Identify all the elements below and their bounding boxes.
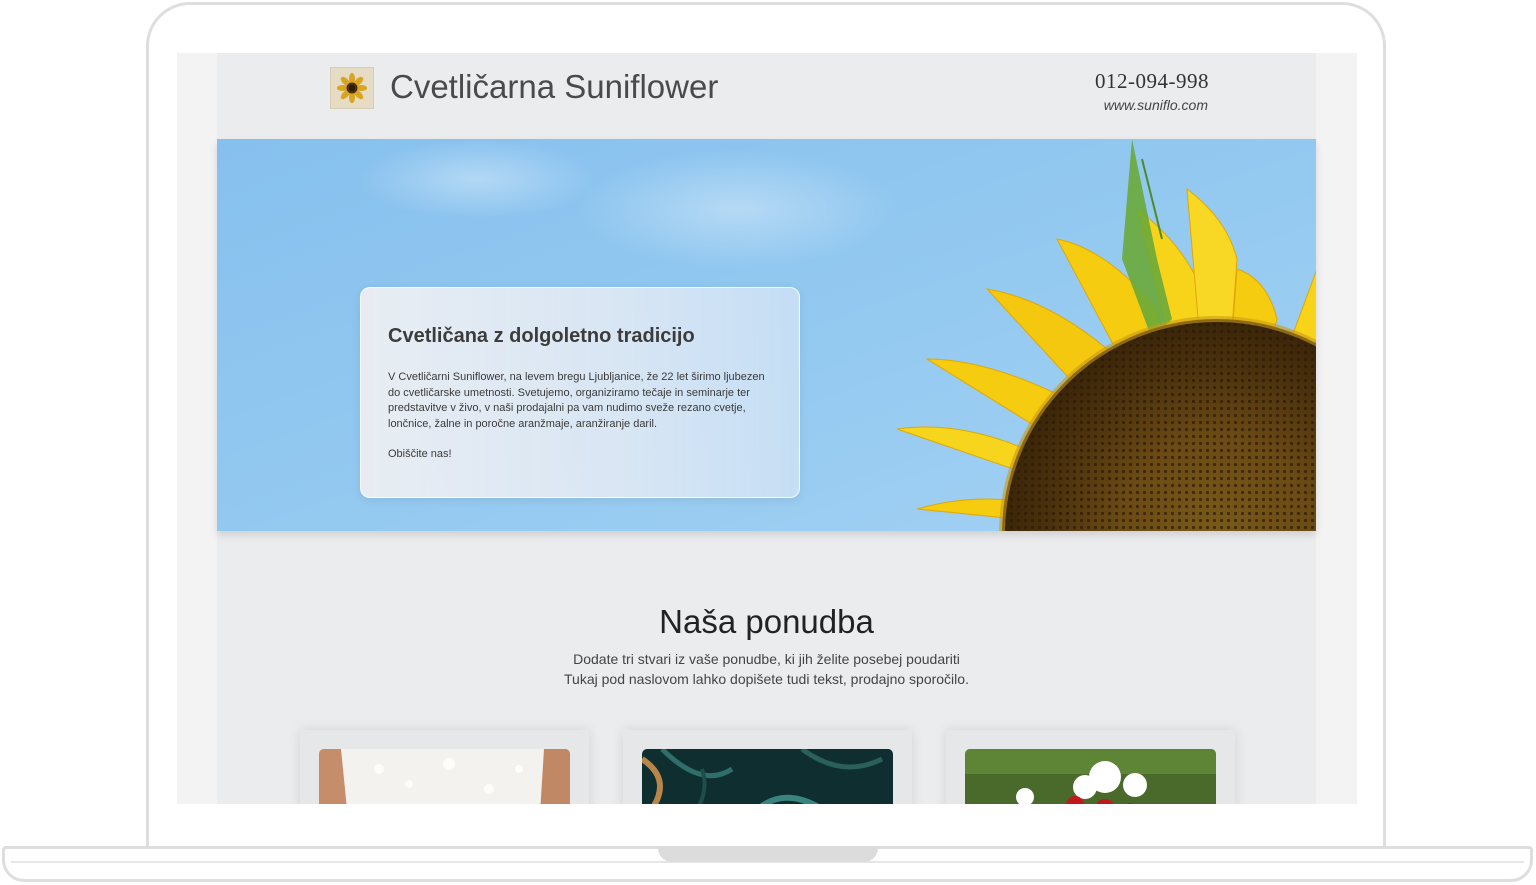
phone-number[interactable]: 012-094-998 [1095,69,1209,94]
browser-screen: Cvetličarna Suniflower 012-094-998 www.s… [177,53,1357,804]
visit-us-link[interactable]: Obiščite nas! [388,448,452,460]
offer-card-wedding[interactable] [300,730,589,804]
potted-plants-image [642,749,893,804]
offer-subtitle-line1: Dodate tri stvari iz vaše ponudbe, ki ji… [573,651,960,667]
flower-bouquet-image [965,749,1216,804]
laptop-notch [658,846,878,862]
offer-card-bouquets[interactable] [946,730,1235,804]
offer-heading: Naša ponudba [659,603,874,640]
hero-banner: Cvetličana z dolgoletno tradicijo V Cvet… [217,139,1316,531]
hero-title: Cvetličana z dolgoletno tradicijo [388,325,695,347]
hero-description: V Cvetličarni Suniflower, na levem bregu… [388,371,765,430]
offer-card-plants[interactable] [623,730,912,804]
website-link[interactable]: www.suniflo.com [1104,97,1208,113]
wedding-dress-image [319,749,570,804]
website-page: Cvetličarna Suniflower 012-094-998 www.s… [217,53,1316,804]
sunflower-logo-icon[interactable] [330,67,374,109]
site-title[interactable]: Cvetličarna Suniflower [390,67,718,107]
hero-intro-card: Cvetličana z dolgoletno tradicijo V Cvet… [360,287,800,498]
site-header: Cvetličarna Suniflower 012-094-998 www.s… [217,53,1316,139]
offer-subtitle-line2: Tukaj pod naslovom lahko dopišete tudi t… [564,671,969,687]
